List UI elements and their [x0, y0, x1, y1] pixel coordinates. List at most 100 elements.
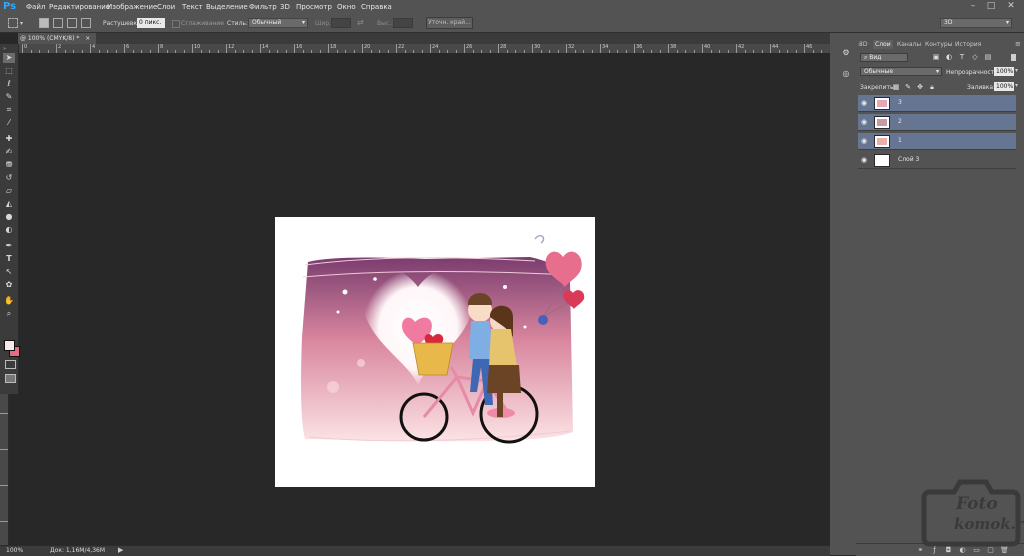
add-selection-icon[interactable]	[53, 18, 63, 28]
eye-icon[interactable]: ◉	[861, 99, 869, 107]
tab-paths[interactable]: Контуры	[925, 40, 952, 49]
chevron-down-icon[interactable]: ▾	[1015, 82, 1018, 89]
tab-layers[interactable]: Слои	[873, 40, 893, 49]
blur-tool-icon[interactable]: ●	[3, 212, 15, 222]
chevron-down-icon[interactable]: ▾	[20, 20, 23, 27]
type-tool-icon[interactable]: T	[3, 254, 15, 264]
watermark-logo: Foto komok.ru	[916, 472, 1024, 552]
ruler-tick	[90, 44, 91, 53]
new-selection-icon[interactable]	[39, 18, 49, 28]
menu-window[interactable]: Окно	[337, 3, 356, 11]
menu-select[interactable]: Выделение	[206, 3, 248, 11]
menu-filter[interactable]: Фильтр	[249, 3, 277, 11]
ruler-label: 14	[262, 44, 269, 50]
menu-edit[interactable]: Редактирование	[49, 3, 110, 11]
blend-mode-select[interactable]: Обычные ▾	[860, 67, 942, 76]
canvas-area[interactable]	[18, 53, 830, 545]
chevron-down-icon[interactable]: ▾	[1015, 67, 1018, 74]
menu-type[interactable]: Текст	[182, 3, 203, 11]
panel-menu-icon[interactable]: ≡	[1015, 40, 1021, 48]
menu-file[interactable]: Файл	[26, 3, 45, 11]
subtract-selection-icon[interactable]	[67, 18, 77, 28]
adjustment-filter-icon[interactable]: ◐	[945, 53, 953, 61]
type-filter-icon[interactable]: T	[958, 53, 966, 61]
adjust-panel-icon[interactable]: ⚙	[840, 48, 852, 58]
image-filter-icon[interactable]: ▣	[932, 53, 940, 61]
close-icon[interactable]: ✕	[1004, 1, 1018, 12]
menu-layers[interactable]: Слои	[157, 3, 175, 11]
workspace-select[interactable]: 3D ▾	[940, 18, 1012, 28]
ruler-tick	[192, 44, 193, 53]
lock-all-icon[interactable]: 🔒︎	[928, 83, 936, 91]
pen-tool-icon[interactable]: ✒	[3, 241, 15, 251]
play-icon[interactable]: ▶	[118, 546, 123, 554]
shape-filter-icon[interactable]: ◇	[971, 53, 979, 61]
crop-tool-icon[interactable]: ⌗	[3, 105, 15, 115]
layer-name[interactable]: 3	[898, 99, 902, 106]
ruler-tick	[804, 44, 805, 53]
healing-brush-tool-icon[interactable]: ✚	[3, 134, 15, 144]
layer-row[interactable]: ◉ 2	[858, 114, 1016, 131]
refine-edge-button[interactable]: Уточн. край...	[426, 17, 473, 29]
eye-icon[interactable]: ◉	[861, 137, 869, 145]
layer-name[interactable]: Слой 3	[898, 156, 919, 163]
move-tool-icon[interactable]: ➤	[3, 53, 15, 63]
styles-panel-icon[interactable]: ◎	[840, 69, 852, 79]
lock-transparent-icon[interactable]: ▦	[892, 83, 900, 91]
maximize-icon[interactable]: □	[984, 1, 998, 12]
tab-history[interactable]: История	[955, 40, 981, 49]
clone-stamp-tool-icon[interactable]: ⛃	[3, 160, 15, 170]
marquee-preset-icon[interactable]	[8, 18, 18, 28]
ruler-tick	[770, 44, 771, 53]
menu-help[interactable]: Справка	[361, 3, 392, 11]
path-select-tool-icon[interactable]: ↖	[3, 267, 15, 277]
ruler-label: 4	[92, 44, 96, 50]
layer-name[interactable]: 1	[898, 137, 902, 144]
zoom-level[interactable]: 100%	[6, 547, 23, 554]
document-canvas[interactable]	[275, 217, 595, 487]
paint-bucket-tool-icon[interactable]: ◭	[3, 199, 15, 209]
ruler-tick	[600, 44, 601, 53]
lock-pixels-icon[interactable]: ✎	[904, 83, 912, 91]
eyedropper-tool-icon[interactable]: ⁄	[3, 118, 15, 128]
screen-mode-icon[interactable]	[5, 374, 16, 383]
ruler-tick	[736, 44, 737, 53]
fill-input[interactable]: 100%	[994, 82, 1014, 91]
layer-filter-select[interactable]: ⌕ Вид	[860, 53, 908, 62]
intersect-selection-icon[interactable]	[81, 18, 91, 28]
style-select[interactable]: Обычный ▾	[248, 18, 308, 28]
history-brush-tool-icon[interactable]: ↺	[3, 173, 15, 183]
zoom-tool-icon[interactable]: ⌕	[3, 309, 15, 319]
lock-position-icon[interactable]: ✥	[916, 83, 924, 91]
quick-select-tool-icon[interactable]: ✎	[3, 92, 15, 102]
layer-name[interactable]: 2	[898, 118, 902, 125]
layer-row[interactable]: ◉ Слой 3	[858, 152, 1016, 169]
collapse-icon[interactable]: »	[3, 46, 6, 52]
feather-input[interactable]: 0 пикс.	[137, 18, 165, 28]
eraser-tool-icon[interactable]: ▱	[3, 186, 15, 196]
eye-icon[interactable]: ◉	[861, 156, 869, 164]
opacity-input[interactable]: 100%	[994, 67, 1014, 76]
brush-tool-icon[interactable]: ✍	[3, 147, 15, 157]
menu-3d[interactable]: 3D	[280, 3, 290, 11]
tab-channels[interactable]: Каналы	[897, 40, 921, 49]
marquee-tool-icon[interactable]: ⬚	[3, 66, 15, 76]
shape-tool-icon[interactable]: ✿	[3, 280, 15, 290]
layer-row[interactable]: ◉ 3	[858, 95, 1016, 112]
menu-view[interactable]: Просмотр	[296, 3, 332, 11]
menu-image[interactable]: Изображение	[107, 3, 157, 11]
foreground-color-swatch[interactable]	[4, 340, 15, 351]
smart-object-filter-icon[interactable]: ▤	[984, 53, 992, 61]
lasso-tool-icon[interactable]: ℓ	[3, 79, 15, 89]
quick-mask-icon[interactable]	[5, 360, 16, 369]
antialias-checkbox[interactable]	[172, 20, 180, 28]
layer-row[interactable]: ◉ 1	[858, 133, 1016, 150]
hand-tool-icon[interactable]: ✋	[3, 296, 15, 306]
eye-icon[interactable]: ◉	[861, 118, 869, 126]
tab-close-icon[interactable]: ×	[85, 35, 90, 42]
document-tab[interactable]: @ 100% (CMYK/8) * ×	[18, 33, 96, 44]
minimize-icon[interactable]: –	[966, 1, 980, 12]
tab-3d[interactable]: 3D	[859, 40, 867, 49]
filter-toggle-icon[interactable]	[1011, 54, 1016, 61]
dodge-tool-icon[interactable]: ◐	[3, 225, 15, 235]
